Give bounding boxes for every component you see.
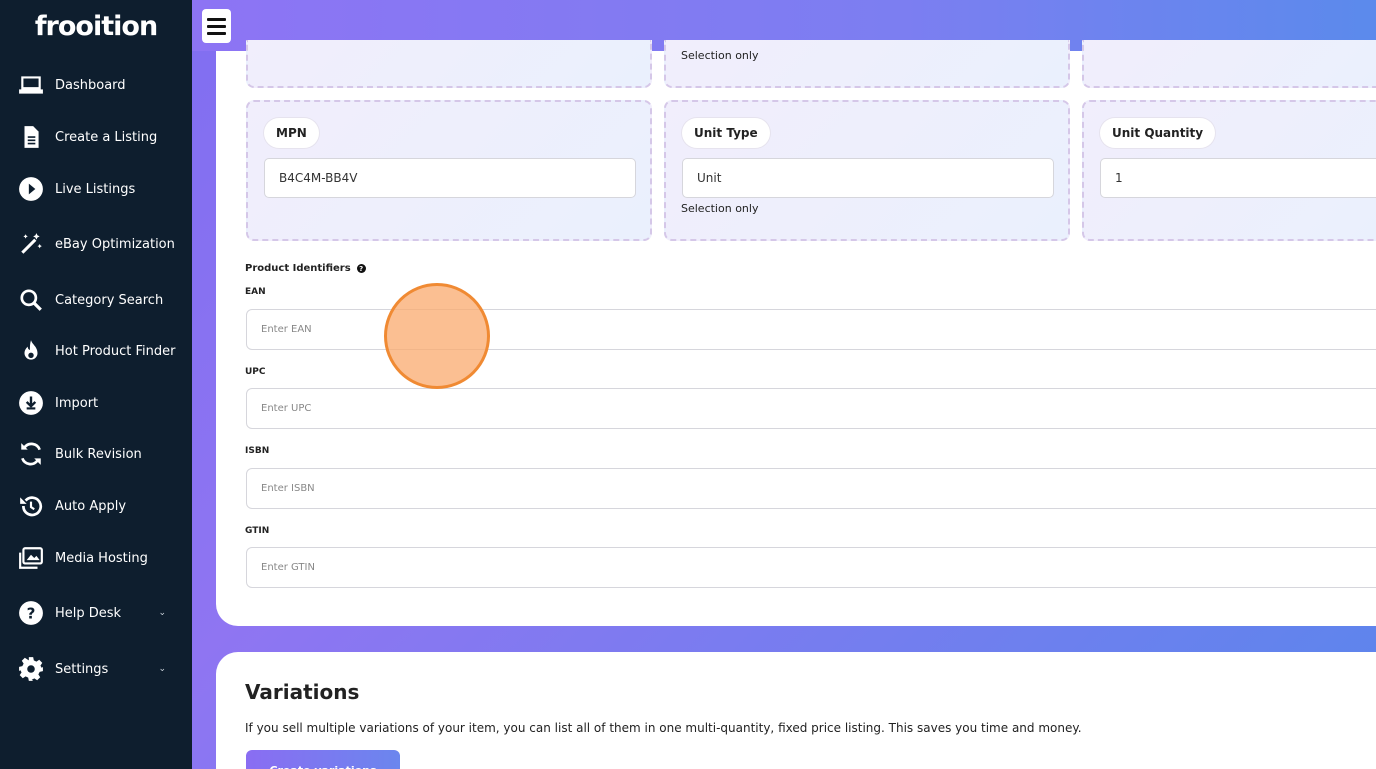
hamburger-menu-button[interactable]	[202, 9, 231, 43]
sidebar: frooition Dashboard Create a Listing Liv…	[0, 0, 192, 769]
variations-description: If you sell multiple variations of your …	[245, 721, 1082, 735]
question-circle-icon: ?	[17, 599, 45, 627]
images-icon	[17, 544, 45, 572]
ean-label: EAN	[245, 287, 266, 297]
sidebar-item-label: Category Search	[55, 292, 164, 308]
unit-quantity-label: Unit Quantity	[1100, 118, 1216, 148]
selection-only-helper: Selection only	[681, 202, 759, 215]
sidebar-item-hot-product-finder[interactable]: Hot Product Finder	[0, 331, 192, 371]
hamburger-icon	[207, 17, 226, 21]
sidebar-item-live-listings[interactable]: Live Listings	[0, 169, 192, 209]
sidebar-item-help-desk[interactable]: ? Help Desk ⌄	[0, 593, 192, 633]
mpn-label: MPN	[264, 118, 319, 148]
search-icon	[17, 286, 45, 314]
gear-icon	[17, 655, 45, 683]
unit-quantity-box: Unit Quantity 1	[1082, 100, 1376, 241]
chevron-down-icon[interactable]: ⌄	[158, 608, 166, 618]
fire-icon	[17, 337, 45, 365]
sidebar-item-import[interactable]: Import	[0, 383, 192, 423]
spec-box-partial: Selection only	[664, 40, 1070, 88]
laptop-icon	[17, 71, 45, 99]
upc-input[interactable]: Enter UPC	[246, 388, 1376, 429]
sidebar-item-label: Live Listings	[55, 181, 136, 197]
play-circle-icon	[17, 175, 45, 203]
unit-type-label: Unit Type	[682, 118, 770, 148]
sidebar-item-label: Hot Product Finder	[55, 343, 176, 359]
unit-type-box: Unit Type Unit Selection only	[664, 100, 1070, 241]
sidebar-item-bulk-revision[interactable]: Bulk Revision	[0, 434, 192, 474]
click-indicator	[384, 283, 490, 389]
sidebar-item-dashboard[interactable]: Dashboard	[0, 65, 192, 105]
sidebar-item-ebay-optimization[interactable]: eBay Optimization	[0, 224, 192, 264]
sidebar-item-create-listing[interactable]: Create a Listing	[0, 117, 192, 157]
isbn-label: ISBN	[245, 446, 270, 456]
sidebar-item-label: Create a Listing	[55, 129, 158, 145]
sidebar-item-settings[interactable]: Settings ⌄	[0, 649, 192, 689]
spec-box-partial	[246, 40, 652, 88]
isbn-input[interactable]: Enter ISBN	[246, 468, 1376, 509]
sidebar-item-label: Import	[55, 395, 99, 411]
sidebar-item-label: Dashboard	[55, 77, 126, 93]
upc-label: UPC	[245, 367, 266, 377]
sidebar-item-category-search[interactable]: Category Search	[0, 280, 192, 320]
sidebar-item-label: Help Desk	[55, 605, 122, 621]
magic-wand-icon	[17, 230, 45, 258]
svg-text:?: ?	[27, 604, 36, 622]
sync-icon	[17, 440, 45, 468]
variations-title: Variations	[245, 680, 360, 704]
sidebar-item-label: eBay Optimization	[55, 236, 175, 252]
sidebar-item-label: Bulk Revision	[55, 446, 142, 462]
frooition-logo[interactable]: frooition	[0, 0, 192, 52]
create-variations-button[interactable]: Create variations	[246, 750, 400, 769]
sidebar-item-label: Auto Apply	[55, 498, 127, 514]
sidebar-item-media-hosting[interactable]: Media Hosting	[0, 538, 192, 578]
download-circle-icon	[17, 389, 45, 417]
history-icon	[17, 492, 45, 520]
sidebar-item-label: Media Hosting	[55, 550, 148, 566]
chevron-down-icon[interactable]: ⌄	[158, 664, 166, 674]
product-identifiers-title: Product Identifiers ?	[245, 263, 366, 274]
mpn-box: MPN B4C4M-BB4V	[246, 100, 652, 241]
question-circle-icon[interactable]: ?	[356, 264, 366, 273]
document-icon	[17, 123, 45, 151]
unit-type-select[interactable]: Unit	[682, 158, 1054, 198]
selection-only-helper: Selection only	[681, 49, 759, 62]
sidebar-item-auto-apply[interactable]: Auto Apply	[0, 486, 192, 526]
sidebar-item-label: Settings	[55, 661, 109, 677]
gtin-input[interactable]: Enter GTIN	[246, 547, 1376, 588]
spec-box-partial	[1082, 40, 1376, 88]
variations-card: Variations If you sell multiple variatio…	[216, 652, 1376, 769]
gtin-label: GTIN	[245, 526, 270, 536]
mpn-input[interactable]: B4C4M-BB4V	[264, 158, 636, 198]
unit-quantity-input[interactable]: 1	[1100, 158, 1376, 198]
